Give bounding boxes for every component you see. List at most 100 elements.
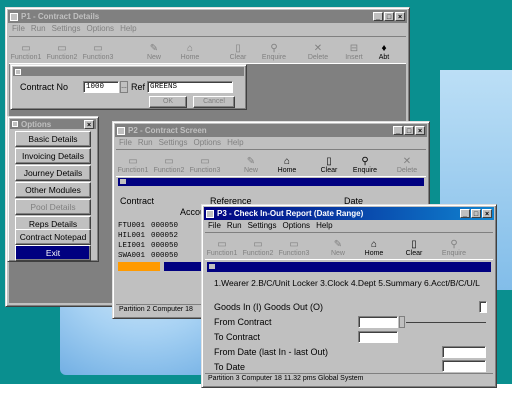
menu-settings[interactable]: Settings	[52, 24, 81, 35]
tool-enquire[interactable]: ⚲ Enquire	[437, 233, 471, 259]
tool-insert[interactable]: ⊟ Insert	[337, 37, 371, 63]
minimize-button[interactable]: _	[393, 126, 403, 135]
options-title-bar[interactable]: Options ×	[10, 119, 96, 129]
title-bar[interactable]: P3 - Check In-Out Report (Date Range) _ …	[204, 207, 494, 220]
dialog-title-bar[interactable]	[13, 67, 244, 76]
maximize-button[interactable]: □	[471, 209, 481, 218]
to-date-field[interactable]	[442, 360, 486, 372]
menu-options[interactable]: Options	[282, 221, 310, 232]
invoicing-details-button[interactable]: Invoicing Details	[15, 148, 91, 164]
tool-home[interactable]: ⌂ Home	[270, 150, 304, 176]
tool-new[interactable]: ✎ New	[321, 233, 355, 259]
tool-function2[interactable]: ▭ Function2	[152, 150, 186, 176]
goods-in-out-label: Goods In (I) Goods Out (O)	[214, 302, 324, 312]
exit-button[interactable]: Exit	[15, 245, 91, 261]
tool-about[interactable]: ♦ Abt	[373, 37, 395, 63]
menu-run[interactable]: Run	[138, 138, 153, 149]
menu-bar: File Run Settings Options Help	[9, 24, 406, 35]
close-button[interactable]: ×	[415, 126, 425, 135]
tool-home[interactable]: ⌂ Home	[173, 37, 207, 63]
tool-function1[interactable]: ▭ Function1	[116, 150, 150, 176]
tool-enquire[interactable]: ⚲ Enquire	[348, 150, 382, 176]
other-modules-button[interactable]: Other Modules	[15, 182, 91, 198]
minimize-button[interactable]: _	[460, 209, 470, 218]
close-button[interactable]: ×	[395, 12, 405, 21]
selected-account-cell	[164, 262, 204, 271]
to-contract-label: To Contract	[214, 332, 261, 342]
tool-function1[interactable]: ▭ Function1	[205, 233, 239, 259]
window-title: P2 - Contract Screen	[128, 126, 207, 135]
tool-home[interactable]: ⌂ Home	[357, 233, 391, 259]
contract-notepad-button[interactable]: Contract Notepad	[15, 229, 91, 245]
menu-run[interactable]: Run	[31, 24, 46, 35]
insert-icon: ⊟	[349, 43, 359, 54]
range-line	[406, 322, 486, 323]
tool-clear[interactable]: ▯ Clear	[312, 150, 346, 176]
magnifier-icon: ⚲	[361, 156, 369, 167]
journey-details-button[interactable]: Journey Details	[15, 165, 91, 181]
lookup-button[interactable]	[399, 316, 405, 328]
menu-file[interactable]: File	[12, 24, 25, 35]
inner-window-icon	[120, 179, 126, 184]
lookup-button[interactable]: …	[120, 81, 128, 93]
tool-function3[interactable]: ▭ Function3	[81, 37, 115, 63]
tool-function1[interactable]: ▭ Function1	[9, 37, 43, 63]
ok-button[interactable]: OK	[149, 96, 187, 108]
function-icon: ▭	[200, 156, 210, 167]
tool-clear[interactable]: ▯ Clear	[221, 37, 255, 63]
tool-delete[interactable]: ✕ Delete	[301, 37, 335, 63]
tool-function2[interactable]: ▭ Function2	[45, 37, 79, 63]
menu-file[interactable]: File	[119, 138, 132, 149]
contract-no-field[interactable]: 1000	[83, 81, 119, 93]
home-icon: ⌂	[186, 43, 194, 54]
close-button[interactable]: ×	[482, 209, 492, 218]
tool-function3[interactable]: ▭ Function3	[277, 233, 311, 259]
table-row[interactable]: LEI001 000050	[118, 242, 208, 252]
title-bar[interactable]: P2 - Contract Screen _ □ ×	[115, 124, 427, 137]
options-close-button[interactable]: ×	[84, 119, 94, 129]
tool-enquire[interactable]: ⚲ Enquire	[257, 37, 291, 63]
delete-icon: ✕	[313, 43, 323, 54]
tool-function3[interactable]: ▭ Function3	[188, 150, 222, 176]
title-bar[interactable]: P1 - Contract Details _ □ ×	[8, 10, 407, 23]
minimize-button[interactable]: _	[373, 12, 383, 21]
contract-no-label: Contract No	[20, 82, 69, 92]
menu-run[interactable]: Run	[227, 221, 242, 232]
tool-function2[interactable]: ▭ Function2	[241, 233, 275, 259]
goods-in-out-field[interactable]	[479, 301, 487, 313]
function-icon: ▭	[21, 43, 31, 54]
selected-row[interactable]	[118, 262, 208, 272]
cancel-button[interactable]: Cancel	[193, 96, 235, 108]
menu-help[interactable]: Help	[227, 138, 243, 149]
menu-options[interactable]: Options	[86, 24, 114, 35]
tool-new[interactable]: ✎ New	[137, 37, 171, 63]
table-row[interactable]: SWA001 000050	[118, 252, 208, 262]
to-date-label: To Date	[214, 362, 246, 372]
tool-new[interactable]: ✎ New	[234, 150, 268, 176]
menu-settings[interactable]: Settings	[159, 138, 188, 149]
to-contract-field[interactable]	[358, 331, 398, 343]
basic-details-button[interactable]: Basic Details	[15, 131, 91, 147]
ref-field[interactable]: GREENS	[147, 81, 233, 93]
row-account: 000050	[151, 222, 179, 230]
about-icon: ♦	[381, 43, 387, 54]
maximize-button[interactable]: □	[384, 12, 394, 21]
menu-help[interactable]: Help	[316, 221, 332, 232]
new-icon: ✎	[333, 239, 343, 250]
from-date-field[interactable]	[442, 346, 486, 358]
table-row[interactable]: HIL001 000052	[118, 232, 208, 242]
menu-settings[interactable]: Settings	[248, 221, 277, 232]
maximize-button[interactable]: □	[404, 126, 414, 135]
pool-details-button[interactable]: Pool Details	[15, 199, 91, 215]
menu-help[interactable]: Help	[120, 24, 136, 35]
toolbar: ▭ Function1 ▭ Function2 ▭ Function3 ✎ New ⌂ H…	[9, 36, 406, 64]
from-contract-field[interactable]	[358, 316, 398, 328]
contract-rows: FTU001 000050 HIL001 000052 LEI001 000050 S…	[118, 222, 208, 272]
function-icon: ▭	[57, 43, 67, 54]
menu-file[interactable]: File	[208, 221, 221, 232]
table-row[interactable]: FTU001 000050	[118, 222, 208, 232]
menu-options[interactable]: Options	[193, 138, 221, 149]
function-icon: ▭	[253, 239, 263, 250]
tool-delete[interactable]: ✕ Delete	[390, 150, 424, 176]
tool-clear[interactable]: ▯ Clear	[397, 233, 431, 259]
